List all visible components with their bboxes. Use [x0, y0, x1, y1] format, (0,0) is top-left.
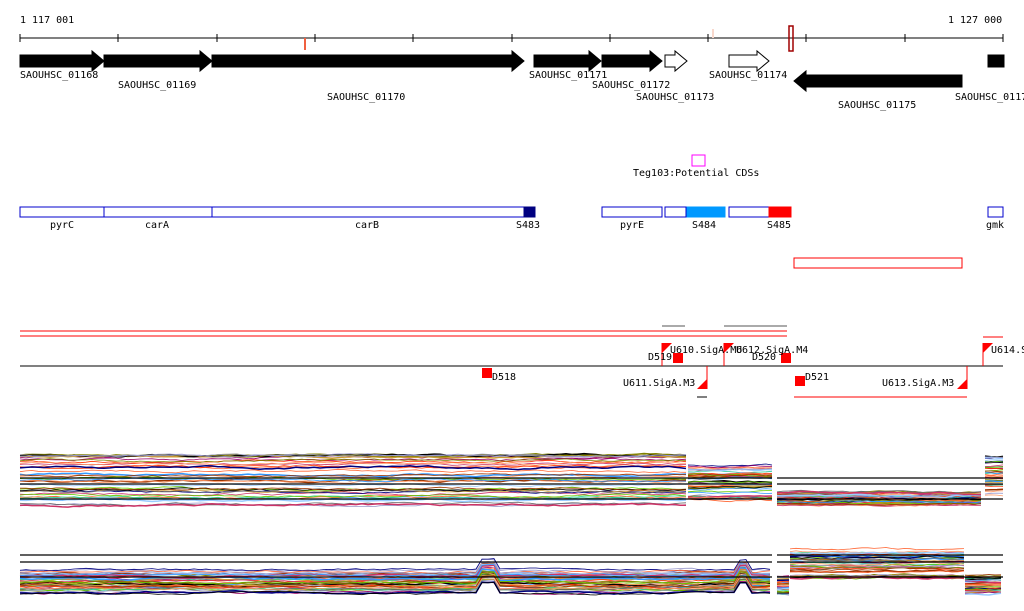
operon-label: gmk	[986, 220, 1004, 231]
gene-arrow[interactable]	[987, 54, 1005, 68]
operon-box[interactable]	[211, 206, 525, 218]
feature-label: D518	[492, 372, 516, 383]
expression-trace	[19, 561, 771, 575]
expression-trace	[984, 468, 1004, 470]
operon-label: S483	[516, 220, 540, 231]
operon-label: pyrC	[50, 220, 74, 231]
expression-trace	[687, 490, 773, 493]
gene-label: SAOUHSC_01173	[636, 92, 714, 103]
annotation-track: Teg103:Potential CDSs	[633, 154, 759, 179]
feature-label: D520	[752, 352, 776, 363]
expression-trace	[964, 592, 1002, 596]
expression-trace	[19, 558, 771, 572]
gene-arrow[interactable]	[103, 49, 213, 73]
feature-label: U613.SigA.M3	[882, 378, 954, 389]
feature-label: U614.S	[991, 345, 1024, 356]
gene-arrow[interactable]	[601, 49, 663, 73]
expression-trace	[776, 577, 790, 580]
ruler-end-label: 1 127 000	[948, 15, 1002, 26]
feature-label: U610.SigA.M6	[670, 345, 742, 356]
genome-browser-view: 1 117 001 1 127 000 SAOUHSC_01168SAOUHSC…	[19, 15, 1024, 596]
operon-box[interactable]	[987, 206, 1004, 218]
expression-trace	[19, 561, 771, 574]
expression-trace	[19, 468, 687, 474]
gene-label: SAOUHSC_01175	[838, 100, 916, 111]
operon-label: S484	[692, 220, 716, 231]
teg103-feature[interactable]	[691, 154, 706, 167]
operon-label: pyrE	[620, 220, 644, 231]
operon-box[interactable]	[103, 206, 213, 218]
gene-label: SAOUHSC_01168	[20, 70, 98, 81]
gene-label: SAOUHSC_01169	[118, 80, 196, 91]
operon-box[interactable]	[728, 206, 770, 218]
feature-box[interactable]	[482, 368, 492, 378]
feature-box[interactable]	[795, 376, 805, 386]
expression-trace	[984, 488, 1004, 491]
expression-trace	[789, 547, 965, 551]
ruler-start-label: 1 117 001	[20, 15, 74, 26]
promoter-flag[interactable]	[697, 379, 707, 389]
expression-trace	[984, 479, 1004, 483]
operon-box[interactable]	[664, 206, 687, 218]
operon-box[interactable]	[523, 206, 536, 218]
gene-arrow[interactable]	[664, 49, 688, 73]
operon-label: S485	[767, 220, 791, 231]
gene-arrow[interactable]	[793, 69, 963, 93]
ruler: 1 117 001 1 127 000	[19, 15, 1004, 52]
operon-box[interactable]	[601, 206, 663, 218]
feature-label: U611.SigA.M3	[623, 378, 695, 389]
gene-track: SAOUHSC_01168 SAOUHSC_01169 SAOUHSC_01170 S…	[19, 49, 1024, 111]
feature-label: D519	[648, 352, 672, 363]
promoter-flag[interactable]	[957, 379, 967, 389]
expression-trace	[687, 491, 773, 494]
expression-trace	[984, 492, 1004, 495]
operon-box[interactable]	[19, 206, 105, 218]
expression-trace	[776, 585, 790, 587]
operon-box[interactable]	[686, 206, 726, 218]
gene-label: SAOUHSC_01172	[592, 80, 670, 91]
operon-label: carB	[355, 220, 379, 231]
expression-profiles	[19, 452, 1004, 596]
operon-box[interactable]	[768, 206, 792, 218]
gene-arrow[interactable]	[533, 49, 602, 73]
expression-trace	[984, 494, 1004, 497]
expression-trace	[984, 490, 1004, 493]
red-region[interactable]	[793, 257, 963, 269]
gene-label: SAOUHSC_0117	[955, 92, 1024, 103]
gene-label: SAOUHSC_01174	[709, 70, 787, 81]
feature-label: D521	[805, 372, 829, 383]
expression-trace	[984, 473, 1004, 476]
gene-label: SAOUHSC_01170	[327, 92, 405, 103]
expression-trace	[984, 474, 1004, 477]
teg103-label: Teg103:Potential CDSs	[633, 168, 759, 179]
expression-trace	[964, 574, 1002, 576]
gene-arrow[interactable]	[211, 49, 525, 73]
gene-arrow[interactable]	[19, 49, 105, 73]
feature-track: D518D519U610.SigA.M6U611.SigA.M3U612.Sig…	[20, 325, 1024, 398]
gene-arrow[interactable]	[728, 49, 770, 73]
operon-label: carA	[145, 220, 169, 231]
operon-track: pyrC carA carB S483 pyrE S484 S485 gmk	[19, 206, 1004, 231]
